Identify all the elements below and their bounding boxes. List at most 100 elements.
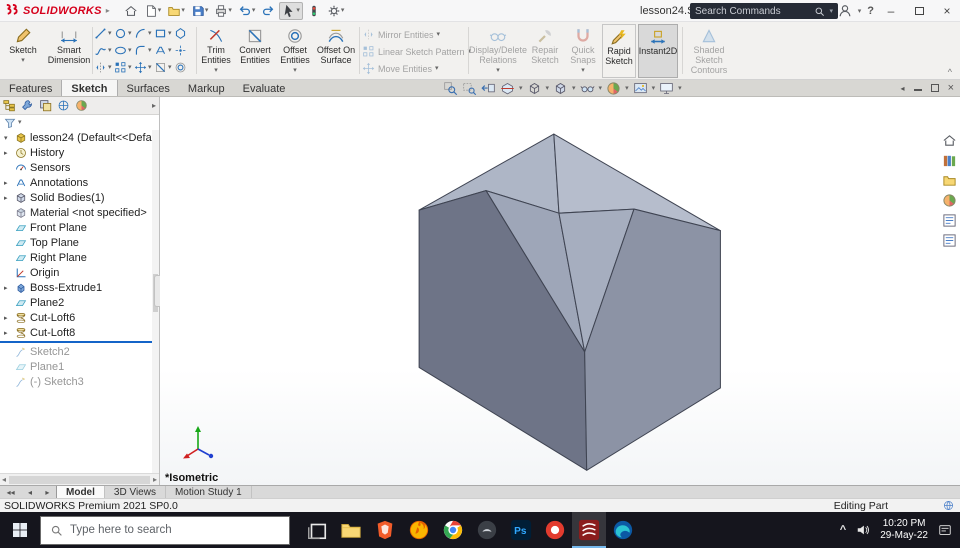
pane-left-icon[interactable]: ◂	[901, 84, 905, 93]
sketch-button[interactable]: Sketch ▾	[2, 24, 44, 78]
line-tool[interactable]: ▾	[94, 25, 114, 42]
quick-snaps-button[interactable]: Quick Snaps ▾	[566, 24, 600, 78]
minimize-button[interactable]: –	[880, 4, 902, 18]
maximize-button[interactable]	[908, 4, 930, 18]
arc-tool[interactable]: ▾	[134, 25, 154, 42]
feature-tree-tab-icon[interactable]	[3, 99, 16, 112]
mirror-tool[interactable]: ▾	[94, 59, 114, 76]
tree-item-plane1[interactable]: Plane1	[0, 359, 152, 374]
edge-button[interactable]	[606, 512, 640, 548]
tree-item-cut-loft6[interactable]: ▸ Cut-Loft6	[0, 310, 152, 325]
collapse-ribbon-icon[interactable]: ^	[948, 67, 952, 77]
fillet-tool[interactable]: ▾	[134, 42, 154, 59]
select-button[interactable]: ▾	[279, 1, 303, 20]
pane-expand-icon[interactable]: ▸	[152, 101, 156, 110]
appearances-icon[interactable]	[942, 193, 957, 208]
tab-model[interactable]: Model	[56, 486, 105, 498]
tree-item-front-plane[interactable]: Front Plane	[0, 220, 152, 235]
open-button[interactable]: ▾	[165, 2, 187, 20]
tree-item-sketch2[interactable]: Sketch2	[0, 344, 152, 359]
close-button[interactable]: ×	[936, 4, 958, 18]
zoom-fit-icon[interactable]	[443, 81, 458, 96]
edit-appearance-icon[interactable]	[606, 81, 621, 96]
scroll-right-icon[interactable]: ▸	[153, 475, 157, 484]
solidworks-taskbar-button[interactable]	[572, 512, 606, 548]
dark-app-button[interactable]	[470, 512, 504, 548]
brand-menu-arrow-icon[interactable]: ▸	[106, 6, 110, 15]
tree-item-cut-loft8[interactable]: ▸ Cut-Loft8	[0, 325, 152, 340]
tab-3d-views[interactable]: 3D Views	[105, 486, 166, 498]
view-orientation-icon[interactable]	[527, 81, 542, 96]
home-button[interactable]	[122, 2, 140, 20]
point-tool[interactable]	[174, 42, 194, 59]
new-document-button[interactable]: ▾	[142, 2, 164, 20]
polygon-tool[interactable]	[174, 25, 194, 42]
tab-evaluate[interactable]: Evaluate	[234, 80, 295, 96]
offset-tool[interactable]	[174, 59, 194, 76]
doc-minimize-icon[interactable]	[913, 85, 922, 91]
first-tab-icon[interactable]: ◂◂	[7, 488, 15, 497]
document-list-icon[interactable]	[942, 233, 957, 248]
tree-item-right-plane[interactable]: Right Plane	[0, 250, 152, 265]
options-button[interactable]: ▾	[325, 2, 347, 20]
view-settings-icon[interactable]	[659, 81, 674, 96]
convert-entities-button[interactable]: Convert Entities	[235, 24, 275, 78]
status-globe-icon[interactable]	[943, 500, 954, 511]
tree-item-solid-bodies[interactable]: ▸ Solid Bodies(1)	[0, 190, 152, 205]
resources-home-icon[interactable]	[942, 133, 957, 148]
expand-arrow-icon[interactable]: ▸	[4, 149, 8, 157]
display-delete-relations-button[interactable]: Display/Delete Relations ▾	[469, 24, 527, 78]
expand-arrow-icon[interactable]: ▸	[4, 329, 8, 337]
tab-sketch[interactable]: Sketch	[61, 80, 118, 96]
rectangle-tool[interactable]: ▾	[154, 25, 174, 42]
tree-root-item[interactable]: ▾ lesson24 (Default<<Default>_Display	[0, 130, 152, 145]
display-manager-tab-icon[interactable]	[75, 99, 88, 112]
tree-item-top-plane[interactable]: Top Plane	[0, 235, 152, 250]
firefox-button[interactable]	[402, 512, 436, 548]
prev-tab-icon[interactable]: ◂	[28, 488, 32, 497]
previous-view-icon[interactable]	[481, 81, 496, 96]
next-tab-icon[interactable]: ▸	[45, 488, 49, 497]
mirror-entities-button[interactable]: Mirror Entities ▾	[362, 26, 466, 43]
instant2d-button[interactable]: Instant2D	[638, 24, 678, 78]
file-explorer-button[interactable]	[334, 512, 368, 548]
display-style-icon[interactable]	[553, 81, 568, 96]
tree-item-history[interactable]: ▸ History	[0, 145, 152, 160]
volume-icon[interactable]	[856, 523, 870, 537]
taskbar-search-box[interactable]: Type here to search	[40, 515, 290, 545]
tree-item-plane2[interactable]: Plane2	[0, 295, 152, 310]
task-view-button[interactable]	[300, 512, 334, 548]
tab-surfaces[interactable]: Surfaces	[118, 80, 179, 96]
expand-arrow-icon[interactable]: ▸	[4, 314, 8, 322]
convert-tool[interactable]: ▾	[154, 59, 174, 76]
expand-arrow-icon[interactable]: ▸	[4, 194, 8, 202]
trim-entities-button[interactable]: Trim Entities ▾	[199, 24, 233, 78]
property-manager-tab-icon[interactable]	[21, 99, 34, 112]
save-button[interactable]: ▾	[189, 2, 211, 20]
start-button[interactable]	[0, 512, 40, 548]
tray-expand-icon[interactable]: ^	[840, 524, 846, 536]
tab-markup[interactable]: Markup	[179, 80, 234, 96]
smart-dimension-button[interactable]: Smart Dimension	[46, 24, 92, 78]
notification-center-icon[interactable]	[938, 523, 952, 537]
tree-item-annotations[interactable]: ▸ Annotations	[0, 175, 152, 190]
rapid-sketch-button[interactable]: Rapid Sketch	[602, 24, 636, 78]
red-app-button[interactable]	[538, 512, 572, 548]
section-view-icon[interactable]	[500, 81, 515, 96]
shaded-sketch-contours-button[interactable]: Shaded Sketch Contours	[686, 24, 732, 78]
tree-horizontal-scrollbar[interactable]: ◂ ▸	[0, 473, 159, 485]
undo-button[interactable]: ▾	[236, 2, 258, 20]
scrollbar-thumb[interactable]	[9, 475, 150, 484]
chrome-button[interactable]	[436, 512, 470, 548]
move-tool[interactable]: ▾	[134, 59, 154, 76]
redo-button[interactable]	[259, 2, 277, 20]
tab-features[interactable]: Features	[0, 80, 61, 96]
offset-entities-button[interactable]: Offset Entities ▾	[277, 24, 313, 78]
custom-properties-icon[interactable]	[942, 213, 957, 228]
zoom-area-icon[interactable]	[462, 81, 477, 96]
text-tool[interactable]: ▾	[154, 42, 174, 59]
apply-scene-icon[interactable]	[633, 81, 648, 96]
photoshop-button[interactable]: Ps	[504, 512, 538, 548]
hide-show-items-icon[interactable]	[580, 81, 595, 96]
dimxpert-tab-icon[interactable]	[57, 99, 70, 112]
